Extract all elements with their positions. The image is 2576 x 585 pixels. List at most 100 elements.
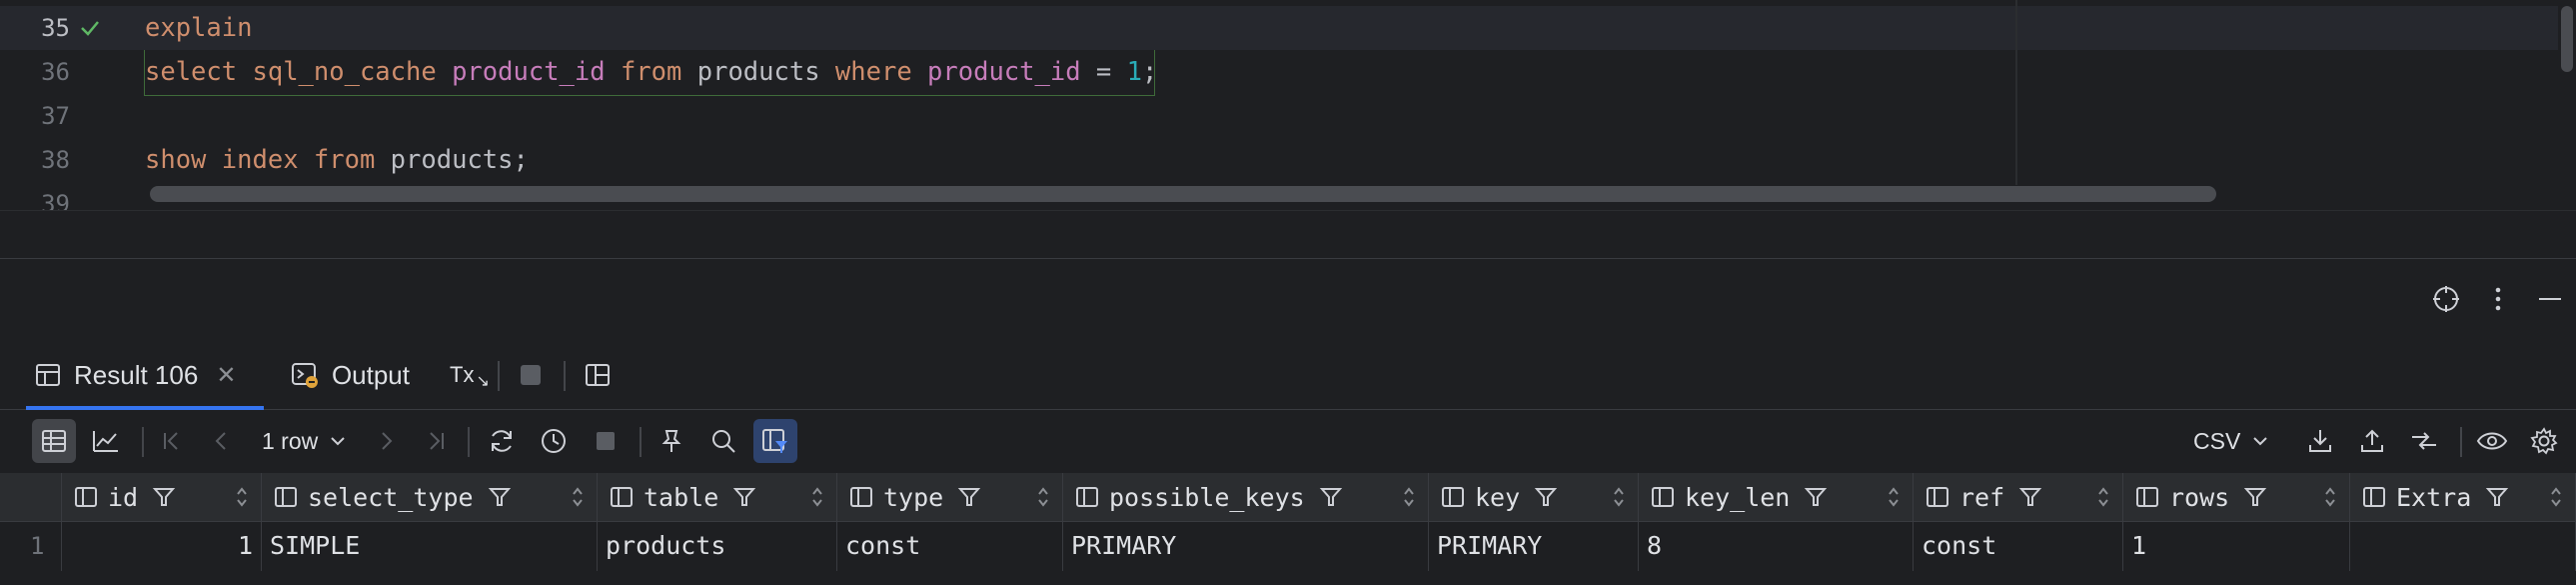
sort-icon[interactable] bbox=[235, 485, 249, 509]
filter-icon[interactable] bbox=[957, 485, 981, 509]
column-name: ref bbox=[1959, 482, 2005, 512]
table-view-icon[interactable] bbox=[32, 419, 76, 463]
column-header-type[interactable]: type bbox=[837, 473, 1063, 521]
sort-icon[interactable] bbox=[2549, 485, 2563, 509]
editor-footer bbox=[0, 210, 2576, 259]
editor-line[interactable]: 35 explain bbox=[0, 6, 2558, 50]
line-number: 36 bbox=[41, 58, 70, 86]
column-header-table[interactable]: table bbox=[598, 473, 837, 521]
tab-label: Output bbox=[331, 359, 410, 390]
result-grid: id select_type table type possible_keys key ke… bbox=[0, 473, 2576, 585]
stop-icon[interactable] bbox=[506, 341, 556, 409]
transaction-mode-icon[interactable]: Tx ↘ bbox=[436, 341, 496, 409]
column-header-key[interactable]: key bbox=[1429, 473, 1639, 521]
filter-icon[interactable] bbox=[2485, 485, 2509, 509]
grid-header: id select_type table type possible_keys key ke… bbox=[0, 473, 2576, 522]
first-page-icon[interactable] bbox=[150, 419, 194, 463]
sort-icon[interactable] bbox=[1402, 485, 1416, 509]
table-cell[interactable]: products bbox=[598, 521, 837, 571]
sort-icon[interactable] bbox=[571, 485, 585, 509]
search-icon[interactable] bbox=[701, 419, 745, 463]
chevron-down-icon bbox=[2253, 437, 2268, 446]
page-size-dropdown[interactable]: 1 row bbox=[262, 419, 348, 463]
column-header-possible-keys[interactable]: possible_keys bbox=[1063, 473, 1429, 521]
code-token: product_id bbox=[452, 57, 606, 87]
tab-result-106[interactable]: Result 106 ✕ bbox=[14, 341, 264, 410]
filter-icon[interactable] bbox=[1319, 485, 1343, 509]
compare-icon[interactable] bbox=[2402, 419, 2446, 463]
table-cell[interactable] bbox=[2350, 521, 2576, 571]
code-token: ; bbox=[1142, 57, 1158, 87]
filter-icon[interactable] bbox=[1804, 485, 1828, 509]
tab-label: Result 106 bbox=[74, 359, 199, 390]
column-header-rows[interactable]: rows bbox=[2123, 473, 2350, 521]
next-page-icon[interactable] bbox=[364, 419, 408, 463]
filter-columns-icon[interactable] bbox=[753, 419, 797, 463]
column-header-ref[interactable]: ref bbox=[1914, 473, 2123, 521]
results-tabs: Result 106 ✕ Output Tx ↘ bbox=[0, 341, 2576, 410]
close-icon[interactable]: ✕ bbox=[216, 361, 236, 390]
filter-icon[interactable] bbox=[152, 485, 176, 509]
column-header-id[interactable]: id bbox=[62, 473, 262, 521]
stop-icon[interactable] bbox=[584, 419, 628, 463]
code-token: explain bbox=[145, 13, 253, 43]
more-vertical-icon[interactable] bbox=[2472, 277, 2524, 321]
pin-icon[interactable] bbox=[649, 419, 693, 463]
editor-line[interactable]: 37 bbox=[0, 94, 2558, 138]
column-header-select-type[interactable]: select_type bbox=[262, 473, 598, 521]
download-icon[interactable] bbox=[2298, 419, 2342, 463]
upload-icon[interactable] bbox=[2350, 419, 2394, 463]
column-name: id bbox=[108, 482, 139, 512]
sort-icon[interactable] bbox=[1036, 485, 1050, 509]
editor-line[interactable]: 36 select sql_no_cache product_id from pr… bbox=[0, 50, 2558, 94]
chart-view-icon[interactable] bbox=[84, 419, 128, 463]
sort-icon[interactable] bbox=[1887, 485, 1901, 509]
filter-icon[interactable] bbox=[732, 485, 756, 509]
table-cell[interactable]: const bbox=[1914, 521, 2123, 571]
table-cell[interactable]: PRIMARY bbox=[1429, 521, 1639, 571]
horizontal-scrollbar[interactable] bbox=[150, 186, 2216, 202]
last-page-icon[interactable] bbox=[414, 419, 458, 463]
filter-icon[interactable] bbox=[488, 485, 512, 509]
results-toolbar: 1 row CSV bbox=[0, 411, 2576, 471]
sort-icon[interactable] bbox=[810, 485, 824, 509]
column-header-key-len[interactable]: key_len bbox=[1639, 473, 1914, 521]
filter-icon[interactable] bbox=[2018, 485, 2042, 509]
format-label: CSV bbox=[2193, 427, 2241, 454]
minimize-icon[interactable] bbox=[2524, 277, 2576, 321]
sort-icon[interactable] bbox=[2096, 485, 2110, 509]
eye-icon[interactable] bbox=[2470, 419, 2514, 463]
table-cell[interactable]: 1 bbox=[2123, 521, 2350, 571]
history-icon[interactable] bbox=[532, 419, 576, 463]
sort-icon[interactable] bbox=[1612, 485, 1626, 509]
table-cell[interactable]: 8 bbox=[1639, 521, 1914, 571]
layout-icon[interactable] bbox=[572, 341, 626, 409]
refresh-icon[interactable] bbox=[480, 419, 524, 463]
column-icon bbox=[275, 487, 297, 507]
column-name: type bbox=[883, 482, 944, 512]
filter-icon[interactable] bbox=[1534, 485, 1558, 509]
chevron-down-icon bbox=[331, 437, 345, 446]
sort-icon[interactable] bbox=[2323, 485, 2337, 509]
filter-icon[interactable] bbox=[2243, 485, 2267, 509]
table-cell[interactable]: 1 bbox=[62, 521, 262, 571]
sql-editor[interactable]: 35 explain 36 select sql_no_cache product_i… bbox=[0, 0, 2576, 210]
table-cell[interactable]: SIMPLE bbox=[262, 521, 598, 571]
previous-page-icon[interactable] bbox=[200, 419, 244, 463]
divider bbox=[142, 427, 144, 457]
table-row[interactable]: 1 1 SIMPLE products const PRIMARY PRIMARY 8 cons… bbox=[0, 521, 2576, 571]
line-number: 37 bbox=[41, 102, 70, 130]
gear-icon[interactable] bbox=[2522, 419, 2566, 463]
code-text: explain bbox=[145, 6, 252, 50]
vertical-scrollbar[interactable] bbox=[2561, 6, 2573, 72]
column-header-extra[interactable]: Extra bbox=[2350, 473, 2576, 521]
table-cell[interactable]: const bbox=[837, 521, 1063, 571]
code-token: where bbox=[834, 57, 912, 87]
tab-output[interactable]: Output bbox=[270, 341, 430, 409]
table-cell[interactable]: PRIMARY bbox=[1063, 521, 1429, 571]
editor-line[interactable]: 38 show index from products; bbox=[0, 138, 2558, 182]
target-icon[interactable] bbox=[2420, 277, 2472, 321]
export-format-dropdown[interactable]: CSV bbox=[2193, 419, 2270, 463]
